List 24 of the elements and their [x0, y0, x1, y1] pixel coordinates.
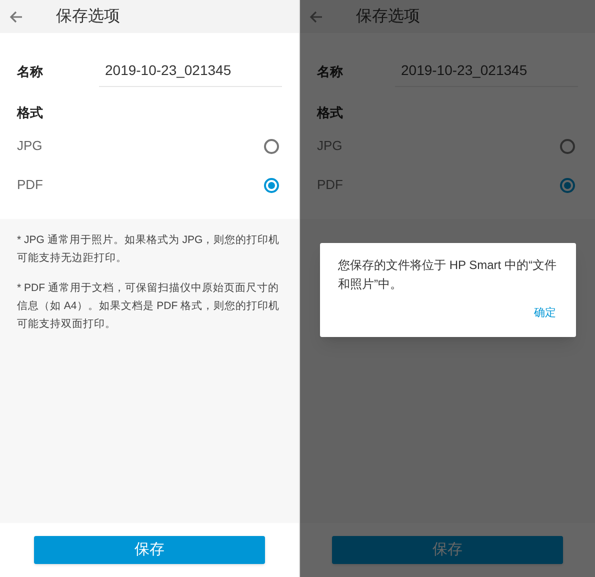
option-label: PDF: [317, 176, 343, 194]
radio-button[interactable]: [264, 138, 279, 154]
note-text: * JPG 通常用于照片。如果格式为 JPG，则您的打印机可能支持无边距打印。: [17, 232, 281, 266]
option-label: JPG: [17, 137, 42, 156]
name-field[interactable]: 2019-10-23_021345: [99, 60, 282, 87]
option-label: JPG: [317, 137, 342, 156]
confirm-button[interactable]: 确定: [534, 305, 556, 322]
note-text: * PDF 通常用于文档，可保留扫描仪中原始页面尺寸的信息（如 A4）。如果文档是 PDF 格式，则您的打印机可能支持双面打印。: [17, 280, 281, 332]
field-label: 名称: [317, 62, 344, 80]
back-arrow-icon[interactable]: [308, 8, 324, 24]
radio-button[interactable]: [560, 138, 575, 154]
name-field[interactable]: 2019-10-23_021345: [395, 60, 578, 87]
save-button[interactable]: 保存: [34, 536, 265, 564]
section-label: 格式: [17, 104, 44, 122]
screen-title: 保存选项: [356, 6, 420, 26]
radio-button[interactable]: [264, 178, 279, 192]
field-label: 名称: [17, 62, 44, 80]
dialog-message: 您保存的文件将位于 HP Smart 中的“文件和照片”中。: [338, 257, 558, 293]
option-label: PDF: [17, 176, 43, 194]
section-label: 格式: [317, 104, 344, 122]
save-button[interactable]: 保存: [332, 536, 563, 564]
screen-title: 保存选项: [56, 6, 120, 26]
back-arrow-icon[interactable]: [8, 8, 24, 24]
radio-button[interactable]: [560, 178, 575, 192]
